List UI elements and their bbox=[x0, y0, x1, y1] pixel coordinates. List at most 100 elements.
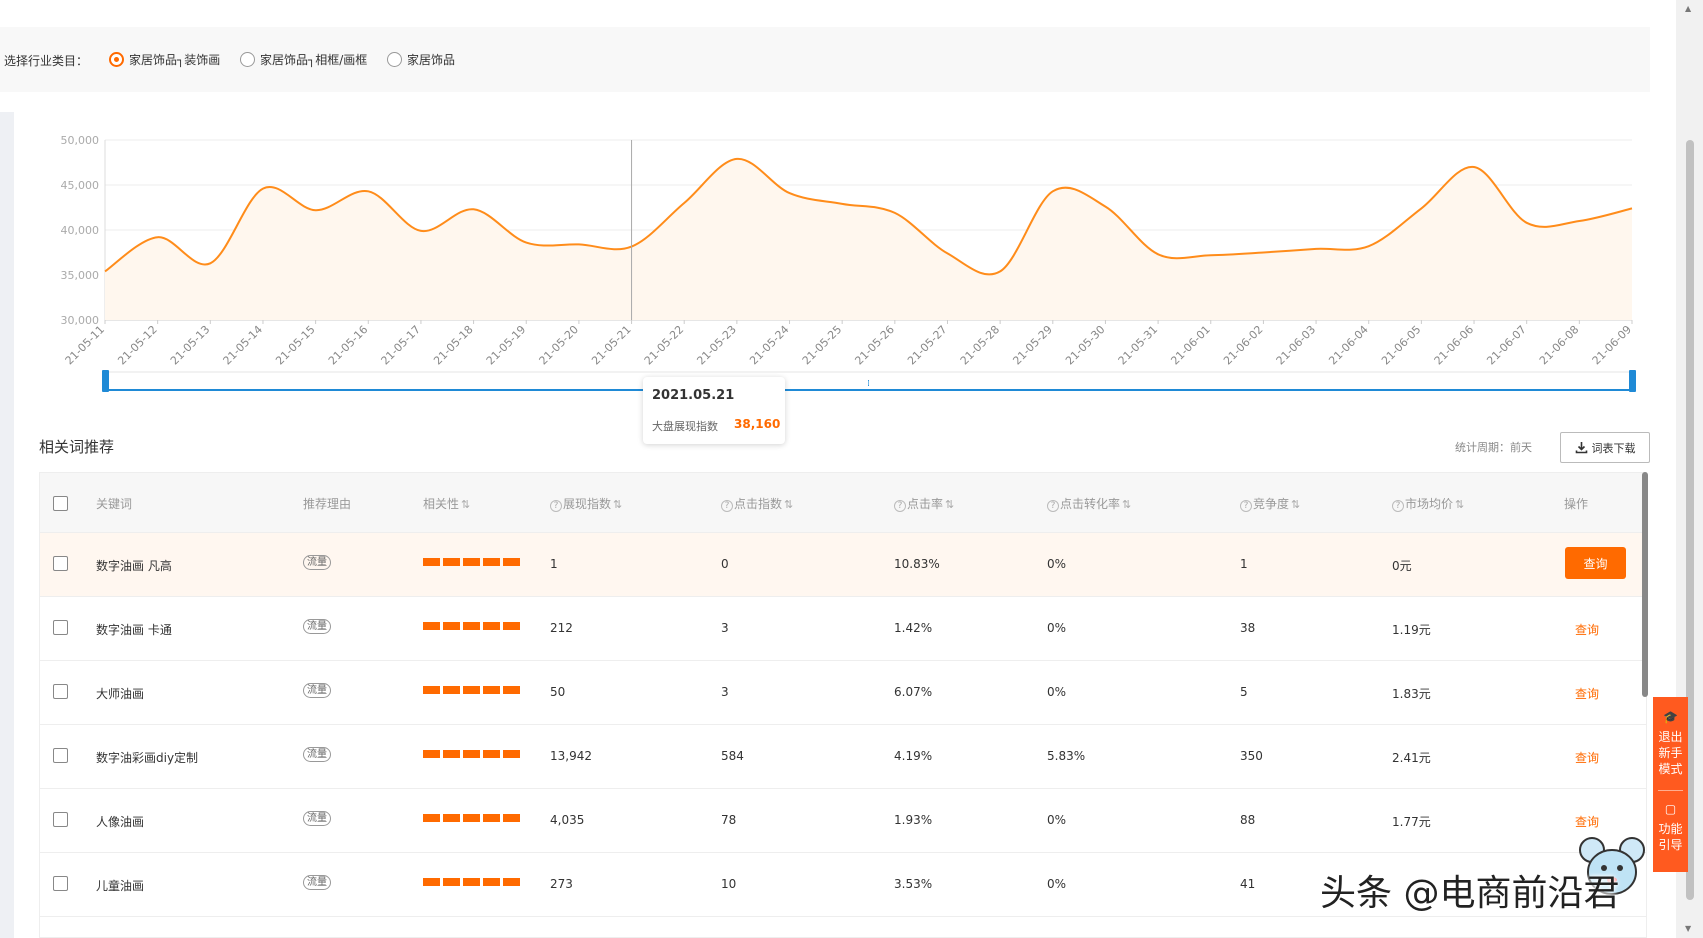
download-keywords-button[interactable]: 词表下载 bbox=[1560, 432, 1650, 463]
reason-tag: 流量 bbox=[303, 747, 331, 762]
row-checkbox[interactable] bbox=[53, 748, 68, 763]
cell-ctr: 1.42% bbox=[894, 621, 933, 635]
sort-icon: ⇅ bbox=[1291, 498, 1301, 511]
cell-price: 1.83元 bbox=[1392, 687, 1431, 701]
x-tick-label: 21-05-14 bbox=[221, 323, 266, 368]
series-area bbox=[105, 158, 1632, 320]
x-tick-label: 21-05-23 bbox=[694, 323, 739, 368]
reason-tag: 流量 bbox=[303, 875, 331, 890]
feature-guide-button[interactable]: ▢ 功能 引导 bbox=[1653, 801, 1688, 853]
relevance-bar bbox=[423, 750, 520, 758]
cell-competition: 5 bbox=[1240, 685, 1248, 699]
y-tick-label: 30,000 bbox=[61, 314, 100, 327]
cell-competition: 38 bbox=[1240, 621, 1256, 635]
sort-icon: ⇅ bbox=[613, 498, 623, 511]
book-icon: ▢ bbox=[1664, 802, 1677, 816]
cell-competition: 1 bbox=[1240, 557, 1248, 571]
row-checkbox[interactable] bbox=[53, 876, 68, 891]
row-checkbox[interactable] bbox=[53, 620, 68, 635]
query-link[interactable]: 查询 bbox=[1575, 685, 1599, 702]
x-tick-label: 21-06-09 bbox=[1590, 323, 1635, 368]
radio-label: 家居饰品┐相框/画框 bbox=[260, 53, 368, 67]
select-all-checkbox[interactable] bbox=[53, 496, 68, 511]
header-ctr[interactable]: ? 点击率 ⇅ bbox=[894, 495, 954, 512]
cell-impressions: 50 bbox=[550, 685, 566, 699]
y-tick-label: 40,000 bbox=[61, 224, 100, 237]
cell-clicks: 584 bbox=[721, 749, 744, 763]
header-impressions[interactable]: ? 展现指数 ⇅ bbox=[550, 495, 622, 512]
header-price[interactable]: ? 市场均价 ⇅ bbox=[1392, 495, 1464, 512]
cell-impressions: 273 bbox=[550, 877, 573, 891]
header-clicks[interactable]: ? 点击指数 ⇅ bbox=[721, 495, 793, 512]
watermark-text: 头条 @电商前沿君 bbox=[1320, 873, 1620, 914]
zoom-handle-left bbox=[102, 370, 109, 392]
table-scrollbar[interactable] bbox=[1642, 472, 1648, 697]
radio-option-decor-painting[interactable]: 家居饰品┐装饰画 bbox=[109, 51, 220, 68]
table-row: 流量 数字油画 凡高 1 0 10.83% 0% 1 0元 查询 bbox=[40, 533, 1646, 597]
x-tick-label: 21-05-22 bbox=[642, 323, 687, 368]
cell-cvr: 0% bbox=[1047, 813, 1067, 827]
x-tick-label: 21-06-04 bbox=[1326, 323, 1371, 368]
query-link[interactable]: 查询 bbox=[1575, 621, 1599, 638]
radio-option-frames[interactable]: 家居饰品┐相框/画框 bbox=[240, 51, 367, 68]
trend-chart: 30,000 35,000 40,000 45,000 50,000 21-05-11 21… bbox=[0, 120, 1660, 444]
cell-price: 2.41元 bbox=[1392, 751, 1431, 765]
y-tick-label: 45,000 bbox=[61, 179, 100, 192]
exit-novice-mode-button[interactable]: 🎓 退出 新手 模式 bbox=[1653, 709, 1688, 777]
radio-unchecked-icon bbox=[240, 52, 255, 67]
radio-unchecked-icon bbox=[387, 52, 402, 67]
header-keyword: 关键词 bbox=[96, 497, 133, 511]
cell-keyword: 数字油彩画diy定制 bbox=[96, 751, 199, 765]
x-tick-label: 21-06-07 bbox=[1484, 323, 1529, 368]
sort-icon: ⇅ bbox=[784, 498, 794, 511]
table-row: 流量 大师油画 50 3 6.07% 0% 5 1.83元 查询 bbox=[40, 661, 1646, 725]
cell-ctr: 1.93% bbox=[894, 813, 933, 827]
header-action: 操作 bbox=[1564, 497, 1589, 511]
query-link[interactable]: 查询 bbox=[1575, 749, 1599, 766]
x-tick-label: 21-05-24 bbox=[747, 323, 792, 368]
filter-label: 选择行业类目： bbox=[4, 54, 89, 68]
feature-guide-label: 功能 引导 bbox=[1658, 822, 1683, 852]
cell-competition: 41 bbox=[1240, 877, 1256, 891]
help-icon: ? bbox=[550, 500, 562, 512]
cell-impressions: 4,035 bbox=[550, 813, 585, 827]
query-button[interactable]: 查询 bbox=[1565, 547, 1626, 579]
cell-keyword: 人像油画 bbox=[96, 815, 145, 829]
radio-label: 家居饰品 bbox=[407, 53, 456, 67]
header-reason: 推荐理由 bbox=[303, 497, 352, 511]
reason-tag: 流量 bbox=[303, 811, 331, 826]
table-row: 流量 数字油彩画diy定制 13,942 584 4.19% 5.83% 350 2.41元 查… bbox=[40, 725, 1646, 789]
download-label: 词表下载 bbox=[1591, 441, 1636, 455]
relevance-bar bbox=[423, 558, 520, 566]
cell-cvr: 0% bbox=[1047, 621, 1067, 635]
x-tick-label: 21-05-31 bbox=[1116, 323, 1161, 368]
header-cvr[interactable]: ? 点击转化率 ⇅ bbox=[1047, 495, 1131, 512]
x-tick-label: 21-05-15 bbox=[273, 323, 318, 368]
scroll-up-arrow-icon[interactable]: ▲ bbox=[1685, 4, 1691, 13]
y-tick-label: 35,000 bbox=[61, 269, 100, 282]
chart-tooltip: 2021.05.21 大盘展现指数 38,160 bbox=[643, 377, 785, 444]
cell-keyword: 儿童油画 bbox=[96, 879, 145, 893]
cell-clicks: 3 bbox=[721, 685, 729, 699]
cell-keyword: 大师油画 bbox=[96, 687, 145, 701]
x-tick-label: 21-05-12 bbox=[115, 323, 160, 368]
cell-competition: 88 bbox=[1240, 813, 1256, 827]
cell-cvr: 0% bbox=[1047, 557, 1067, 571]
x-tick-label: 21-05-20 bbox=[537, 323, 582, 368]
row-checkbox[interactable] bbox=[53, 684, 68, 699]
cell-ctr: 6.07% bbox=[894, 685, 933, 699]
row-checkbox[interactable] bbox=[53, 556, 68, 571]
help-icon: ? bbox=[894, 500, 906, 512]
sort-icon: ⇅ bbox=[1122, 498, 1132, 511]
row-checkbox[interactable] bbox=[53, 812, 68, 827]
relevance-bar bbox=[423, 814, 520, 822]
cell-keyword: 数字油画 卡通 bbox=[96, 623, 172, 637]
radio-option-home-decor[interactable]: 家居饰品 bbox=[387, 51, 455, 68]
table-row: 流量 人像油画 4,035 78 1.93% 0% 88 1.77元 查询 bbox=[40, 789, 1646, 853]
y-tick-label: 50,000 bbox=[61, 134, 100, 147]
scroll-down-arrow-icon[interactable]: ▼ bbox=[1685, 924, 1691, 933]
cell-impressions: 212 bbox=[550, 621, 573, 635]
x-tick-label: 21-05-19 bbox=[484, 323, 529, 368]
header-competition[interactable]: ? 竞争度 ⇅ bbox=[1240, 495, 1300, 512]
header-relevance[interactable]: 相关性 ⇅ bbox=[423, 495, 470, 512]
